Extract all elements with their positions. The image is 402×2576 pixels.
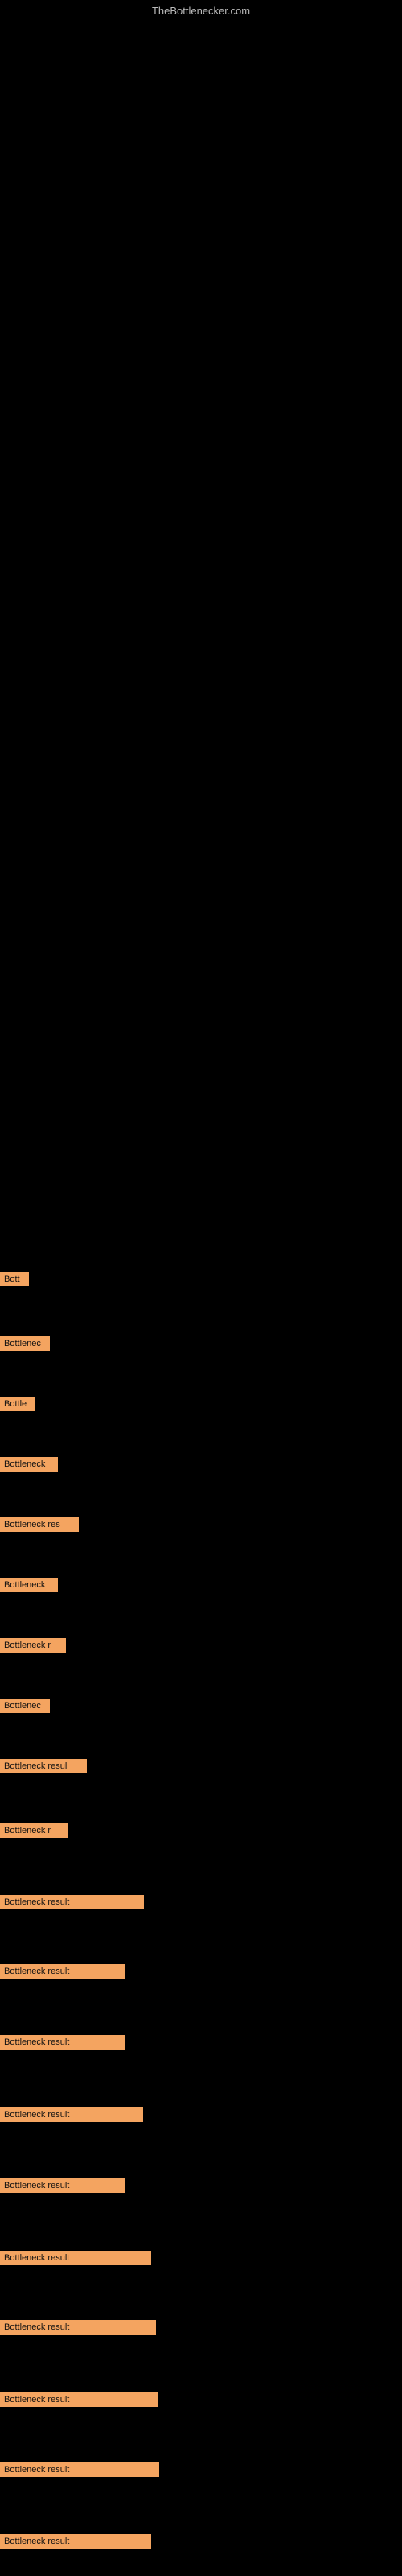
bottleneck-item-11: Bottleneck result: [0, 1895, 144, 1913]
bottleneck-item-19: Bottleneck result: [0, 2462, 159, 2481]
bottleneck-label-19: Bottleneck result: [0, 2462, 159, 2477]
bottleneck-item-9: Bottleneck resul: [0, 1759, 87, 1777]
bottleneck-label-2: Bottlenec: [0, 1336, 50, 1351]
bottleneck-label-18: Bottleneck result: [0, 2392, 158, 2407]
bottleneck-label-14: Bottleneck result: [0, 2107, 143, 2122]
bottleneck-item-4: Bottleneck: [0, 1457, 58, 1476]
bottleneck-item-7: Bottleneck r: [0, 1638, 66, 1657]
bottleneck-item-8: Bottlenec: [0, 1699, 50, 1717]
bottleneck-label-9: Bottleneck resul: [0, 1759, 87, 1773]
bottleneck-label-17: Bottleneck result: [0, 2320, 156, 2334]
bottleneck-item-3: Bottle: [0, 1397, 35, 1415]
bottleneck-label-20: Bottleneck result: [0, 2534, 151, 2549]
bottleneck-label-8: Bottlenec: [0, 1699, 50, 1713]
bottleneck-item-2: Bottlenec: [0, 1336, 50, 1355]
bottleneck-item-6: Bottleneck: [0, 1578, 58, 1596]
bottleneck-item-15: Bottleneck result: [0, 2178, 125, 2197]
bottleneck-label-10: Bottleneck r: [0, 1823, 68, 1838]
bottleneck-item-1: Bott: [0, 1272, 29, 1290]
bottleneck-item-20: Bottleneck result: [0, 2534, 151, 2553]
bottleneck-item-10: Bottleneck r: [0, 1823, 68, 1842]
bottleneck-label-6: Bottleneck: [0, 1578, 58, 1592]
bottleneck-label-4: Bottleneck: [0, 1457, 58, 1472]
bottleneck-item-5: Bottleneck res: [0, 1517, 79, 1536]
bottleneck-label-16: Bottleneck result: [0, 2251, 151, 2265]
bottleneck-label-13: Bottleneck result: [0, 2035, 125, 2050]
bottleneck-item-18: Bottleneck result: [0, 2392, 158, 2411]
bottleneck-label-1: Bott: [0, 1272, 29, 1286]
bottleneck-label-5: Bottleneck res: [0, 1517, 79, 1532]
bottleneck-item-16: Bottleneck result: [0, 2251, 151, 2269]
bottleneck-item-13: Bottleneck result: [0, 2035, 125, 2054]
bottleneck-item-17: Bottleneck result: [0, 2320, 156, 2339]
bottleneck-label-3: Bottle: [0, 1397, 35, 1411]
bottleneck-item-12: Bottleneck result: [0, 1964, 125, 1983]
bottleneck-label-11: Bottleneck result: [0, 1895, 144, 1909]
bottleneck-item-14: Bottleneck result: [0, 2107, 143, 2126]
bottleneck-label-7: Bottleneck r: [0, 1638, 66, 1653]
bottleneck-label-15: Bottleneck result: [0, 2178, 125, 2193]
bottleneck-label-12: Bottleneck result: [0, 1964, 125, 1979]
